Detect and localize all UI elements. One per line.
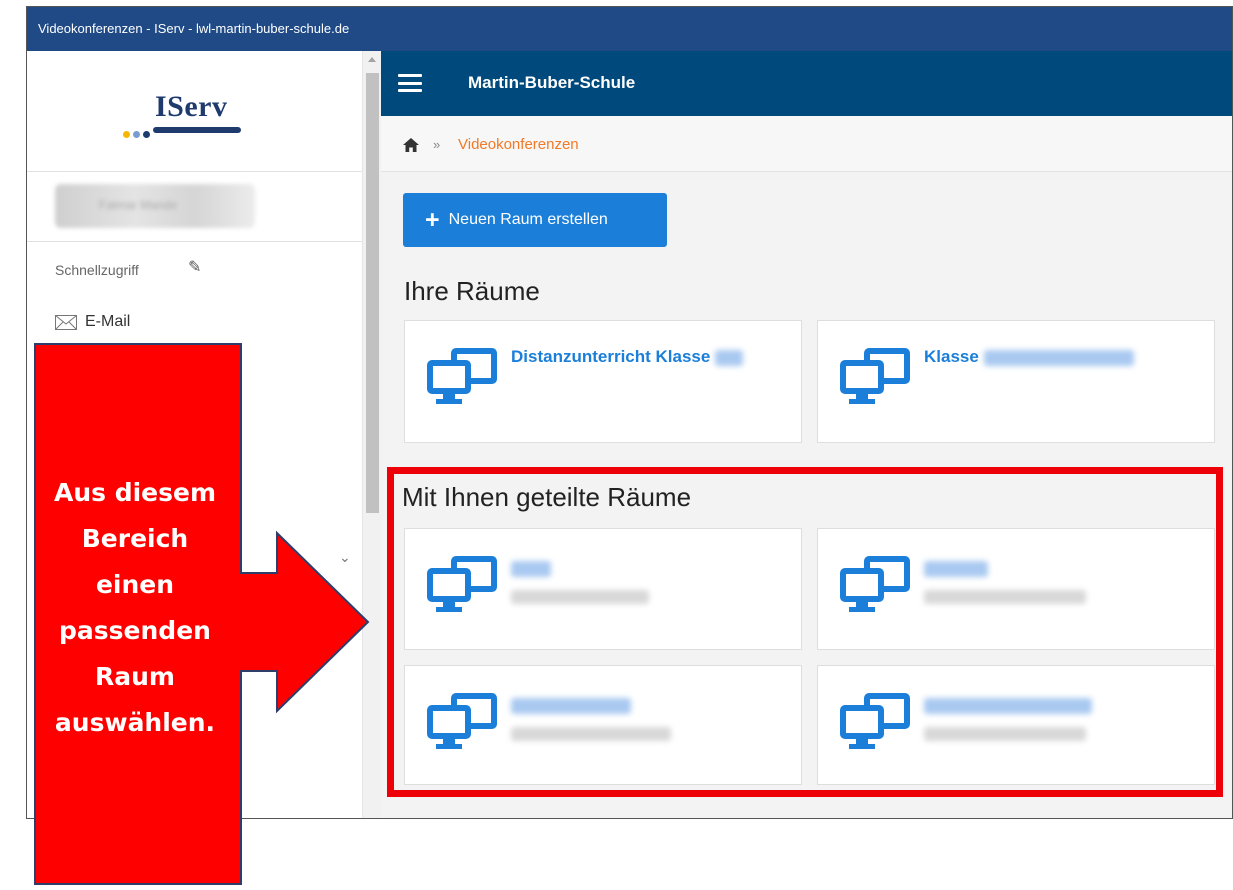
- window-titlebar: Videokonferenzen - IServ - lwl-martin-bu…: [27, 7, 1232, 51]
- sidebar-item-email[interactable]: E-Mail: [55, 313, 130, 331]
- new-room-label: Neuen Raum erstellen: [448, 211, 608, 228]
- top-header: Martin-Buber-Schule: [381, 51, 1232, 116]
- new-room-button[interactable]: + Neuen Raum erstellen: [403, 193, 667, 247]
- room-title: Distanzunterricht Klasse: [511, 347, 744, 367]
- logo-area[interactable]: IServ: [27, 51, 362, 172]
- redacted-text: [983, 349, 1134, 366]
- callout-line: einen: [95, 570, 175, 599]
- envelope-icon: [55, 314, 77, 330]
- quick-access-label: Schnellzugriff: [55, 262, 139, 278]
- pencil-icon[interactable]: ✎: [188, 257, 201, 277]
- callout-line: passenden: [59, 616, 211, 645]
- breadcrumb-separator: »: [433, 137, 441, 152]
- user-menu[interactable]: Fatmar Mande: [27, 172, 362, 242]
- room-card[interactable]: Klasse: [817, 320, 1215, 443]
- callout-text: Aus diesem Bereich einen passenden Raum …: [30, 470, 240, 746]
- scroll-up-icon[interactable]: [368, 57, 376, 62]
- computer-icon: [427, 348, 497, 404]
- breadcrumb: » Videokonferenzen: [381, 116, 1232, 172]
- redacted-text: [715, 349, 744, 366]
- window-title: Videokonferenzen - IServ - lwl-martin-bu…: [38, 21, 350, 36]
- breadcrumb-current[interactable]: Videokonferenzen: [458, 136, 579, 153]
- sidebar-item-label: E-Mail: [85, 313, 131, 330]
- logo-underline: [153, 127, 241, 133]
- callout-line: Bereich: [81, 524, 189, 553]
- iserv-logo: IServ: [155, 90, 228, 123]
- room-title: Klasse: [924, 347, 1134, 367]
- callout-line: Aus diesem: [53, 478, 217, 507]
- school-name[interactable]: Martin-Buber-Schule: [468, 73, 635, 93]
- home-icon[interactable]: [403, 138, 419, 152]
- own-rooms-heading: Ihre Räume: [404, 276, 540, 306]
- highlight-frame: [387, 467, 1223, 797]
- callout-line: auswählen.: [54, 708, 216, 737]
- user-name: Fatmar Mande: [99, 198, 178, 212]
- callout-line: Raum: [95, 662, 175, 691]
- room-card[interactable]: Distanzunterricht Klasse: [404, 320, 802, 443]
- menu-icon[interactable]: [398, 74, 422, 92]
- computer-icon: [840, 348, 910, 404]
- plus-icon: +: [425, 205, 440, 234]
- logo-dots: [123, 125, 153, 143]
